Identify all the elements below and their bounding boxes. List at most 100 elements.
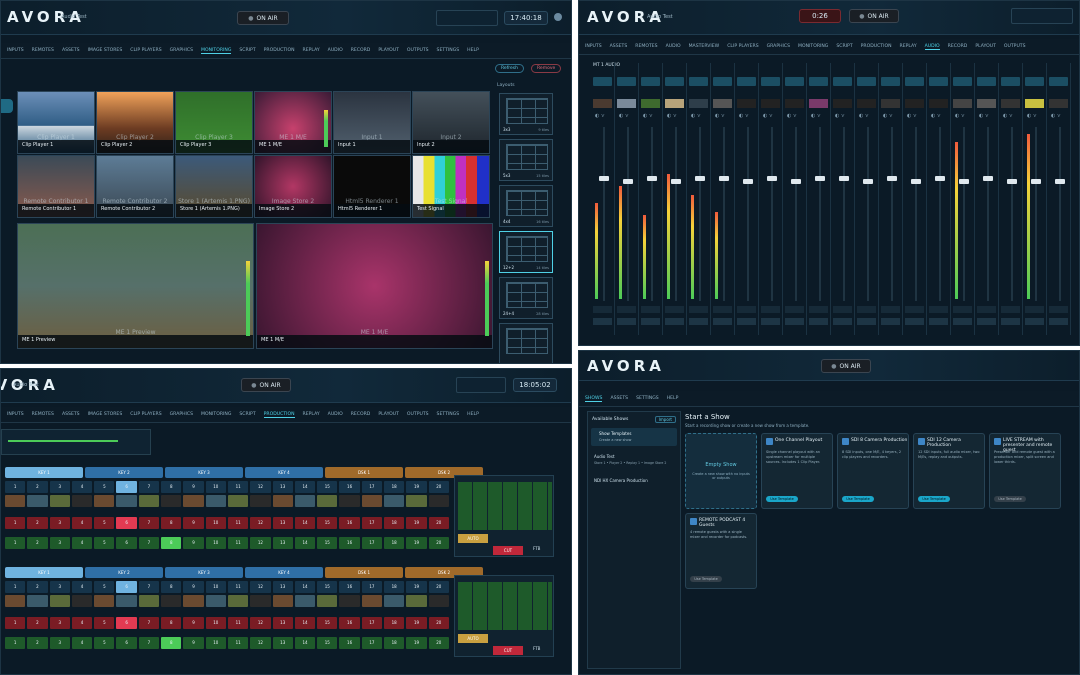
channel-eq-icon[interactable]: ◐ ⋎ xyxy=(691,113,701,119)
channel-header[interactable] xyxy=(1001,77,1020,86)
channel-header[interactable] xyxy=(617,77,636,86)
template-card[interactable]: REMOTE PODCAST 4 Guests 4 remote guests w… xyxy=(685,513,757,589)
source-button[interactable]: 17 xyxy=(361,537,383,549)
key-bank[interactable]: KEY 3 xyxy=(165,567,243,578)
source-button[interactable]: 14 xyxy=(294,617,316,629)
empty-show-card[interactable]: Empty Show Create a new show with no inp… xyxy=(685,433,757,509)
source-button[interactable] xyxy=(71,495,93,507)
source-button[interactable]: 14 xyxy=(294,581,316,593)
channel-eq-icon[interactable]: ◐ ⋎ xyxy=(931,113,941,119)
channel-header[interactable] xyxy=(641,77,660,86)
source-button[interactable] xyxy=(138,495,160,507)
channel-header[interactable] xyxy=(1049,77,1068,86)
tab-remotes[interactable]: REMOTES xyxy=(635,44,657,49)
channel-header[interactable] xyxy=(689,77,708,86)
source-button[interactable]: 8 xyxy=(161,581,182,593)
source-button[interactable] xyxy=(428,595,449,607)
monitor-tile[interactable]: Input 2 Input 2 xyxy=(412,91,490,154)
source-button[interactable] xyxy=(116,495,137,507)
on-air-button[interactable]: ON AIR xyxy=(237,11,289,25)
channel-header[interactable] xyxy=(713,77,732,86)
source-button[interactable]: 9 xyxy=(183,517,204,529)
source-button[interactable]: 5 xyxy=(94,637,115,649)
mute-button[interactable] xyxy=(905,318,924,325)
source-button[interactable]: 7 xyxy=(138,581,160,593)
channel-eq-icon[interactable]: ◐ ⋎ xyxy=(715,113,725,119)
sidebar-show-ndi[interactable]: NDI HX Camera Production xyxy=(594,478,648,483)
tab-inputs[interactable]: INPUTS xyxy=(585,44,602,49)
source-button[interactable]: 11 xyxy=(227,537,249,549)
source-button[interactable]: 11 xyxy=(227,617,249,629)
tab-monitoring[interactable]: MONITORING xyxy=(201,48,232,54)
mute-button[interactable] xyxy=(1025,318,1044,325)
source-button[interactable]: 15 xyxy=(317,637,338,649)
fader-knob[interactable] xyxy=(623,179,633,185)
source-button[interactable]: 11 xyxy=(227,581,249,593)
source-button[interactable]: 14 xyxy=(294,637,316,649)
tab-clip-players[interactable]: CLIP PLAYERS xyxy=(727,44,758,49)
mute-button[interactable] xyxy=(593,318,612,325)
source-button[interactable] xyxy=(94,495,115,507)
source-button[interactable]: 16 xyxy=(339,581,360,593)
source-button[interactable] xyxy=(384,495,405,507)
source-button[interactable] xyxy=(406,595,427,607)
source-button[interactable]: 9 xyxy=(183,537,204,549)
source-button[interactable]: 20 xyxy=(428,517,449,529)
source-button[interactable]: 7 xyxy=(138,637,160,649)
source-button[interactable]: 6 xyxy=(116,581,137,593)
fader-knob[interactable] xyxy=(767,175,777,181)
source-button[interactable]: 9 xyxy=(183,581,204,593)
on-air-button[interactable]: ON AIR xyxy=(241,378,291,392)
source-button[interactable]: 18 xyxy=(384,537,405,549)
source-button[interactable]: 16 xyxy=(339,537,360,549)
source-button[interactable]: 12 xyxy=(250,537,271,549)
source-button[interactable]: 19 xyxy=(406,581,427,593)
tab-playout[interactable]: PLAYOUT xyxy=(378,412,399,417)
sidebar-show-audio-test[interactable]: Audio Test xyxy=(594,454,615,459)
source-button[interactable]: 3 xyxy=(49,581,70,593)
source-button[interactable]: 3 xyxy=(49,617,70,629)
mute-button[interactable] xyxy=(953,318,972,325)
fader-knob[interactable] xyxy=(1031,179,1041,185)
tab-clip-players[interactable]: CLIP PLAYERS xyxy=(130,412,161,417)
source-button[interactable] xyxy=(361,495,383,507)
key-bank[interactable]: KEY 2 xyxy=(85,467,163,478)
refresh-button[interactable]: Refresh xyxy=(495,64,524,73)
channel-eq-icon[interactable]: ◐ ⋎ xyxy=(1003,113,1013,119)
source-button[interactable] xyxy=(339,595,360,607)
source-button[interactable]: 18 xyxy=(384,637,405,649)
mute-button[interactable] xyxy=(1049,318,1068,325)
tab-graphics[interactable]: GRAPHICS xyxy=(170,412,193,417)
channel-header[interactable] xyxy=(881,77,900,86)
source-button[interactable]: 5 xyxy=(94,537,115,549)
channel-header[interactable] xyxy=(593,77,612,86)
mute-button[interactable] xyxy=(929,318,948,325)
source-button[interactable] xyxy=(205,595,226,607)
tab-remotes[interactable]: REMOTES xyxy=(32,48,54,53)
tab-shows[interactable]: SHOWS xyxy=(585,396,603,402)
tab-production[interactable]: PRODUCTION xyxy=(861,44,892,49)
source-button[interactable]: 7 xyxy=(138,481,160,493)
mute-button[interactable] xyxy=(1001,318,1020,325)
tab-clip-players[interactable]: CLIP PLAYERS xyxy=(130,48,161,53)
tab-audio[interactable]: AUDIO xyxy=(666,44,681,49)
mute-button[interactable] xyxy=(761,318,780,325)
channel-header[interactable] xyxy=(905,77,924,86)
source-button[interactable]: 1 xyxy=(5,517,26,529)
channel-header[interactable] xyxy=(833,77,852,86)
source-button[interactable] xyxy=(183,595,204,607)
layout-option[interactable]: 5x3 15 tiles xyxy=(499,139,553,181)
tab-playout[interactable]: PLAYOUT xyxy=(975,44,996,49)
source-button[interactable]: 3 xyxy=(49,537,70,549)
source-button[interactable]: 10 xyxy=(205,637,226,649)
tab-masterview[interactable]: MASTERVIEW xyxy=(689,44,720,49)
source-button[interactable] xyxy=(71,595,93,607)
tab-record[interactable]: RECORD xyxy=(948,44,968,49)
channel-eq-icon[interactable]: ◐ ⋎ xyxy=(859,113,869,119)
source-button[interactable]: 15 xyxy=(317,581,338,593)
source-button[interactable]: 10 xyxy=(205,581,226,593)
source-button[interactable]: 7 xyxy=(138,517,160,529)
source-button[interactable]: 8 xyxy=(161,481,182,493)
fader-knob[interactable] xyxy=(599,175,609,181)
source-button[interactable]: 1 xyxy=(5,617,26,629)
